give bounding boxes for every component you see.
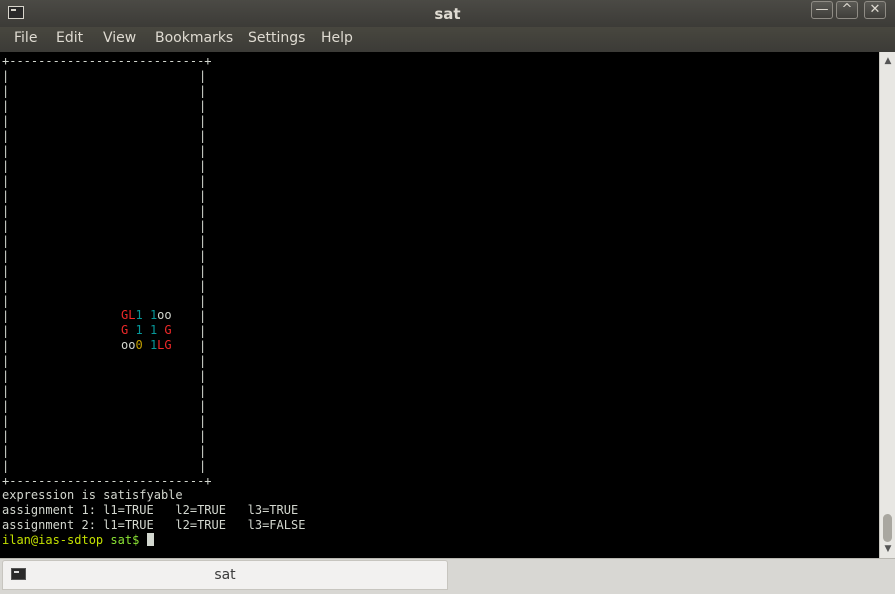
box-side-border: | (2, 429, 10, 443)
prompt-user: ilan@ias-sdtop (2, 533, 104, 547)
output-line: expression is satisfyable (2, 488, 183, 502)
box-side-border: | (2, 114, 10, 128)
menu-bookmarks[interactable]: Bookmarks (155, 30, 233, 46)
box-side-border: | (2, 159, 10, 173)
box-top-border: +---------------------------+ (2, 54, 212, 68)
menu-view[interactable]: View (103, 30, 136, 46)
box-side-border: | (199, 429, 207, 443)
text-cursor (146, 533, 154, 546)
box-side-border: | (2, 189, 10, 203)
box-side-border: | (199, 114, 207, 128)
scroll-up-icon[interactable]: ▲ (883, 56, 893, 66)
terminal-window: sat — ^ ✕ File Edit View Bookmarks Setti… (0, 0, 895, 594)
terminal-scrollbar[interactable]: ▲ ▼ (879, 52, 895, 558)
window-title: sat (434, 5, 461, 23)
session-tab-label: sat (214, 567, 236, 583)
box-side-border: | (2, 264, 10, 278)
box-side-border: | (199, 264, 207, 278)
terminal-output[interactable]: +---------------------------+ | | | | | | | | | |… (0, 52, 879, 558)
box-side-border: | (199, 309, 207, 323)
box-side-border: | (199, 339, 207, 353)
grid-row: GL1 1oo (121, 308, 172, 323)
box-side-border: | (2, 174, 10, 188)
box-side-border: | (199, 279, 207, 293)
output-line: assignment 2: l1=TRUE l2=TRUE l3=FALSE (2, 518, 306, 532)
box-side-border: | (2, 369, 10, 383)
prompt-dir: sat$ (110, 533, 140, 547)
box-side-border: | (199, 384, 207, 398)
box-side-border: | (2, 354, 10, 368)
box-side-border: | (2, 339, 10, 353)
menu-settings[interactable]: Settings (248, 30, 305, 46)
menu-help[interactable]: Help (321, 30, 353, 46)
box-side-border: | (2, 399, 10, 413)
box-side-border: | (199, 369, 207, 383)
box-side-border: | (199, 249, 207, 263)
grid-cell (143, 338, 150, 352)
box-side-border: | (199, 294, 207, 308)
minimize-button[interactable]: — (811, 1, 833, 19)
box-side-border: | (2, 69, 10, 83)
box-side-border: | (2, 324, 10, 338)
prompt-line: ilan@ias-sdtop sat$ (2, 533, 154, 548)
output-line: assignment 1: l1=TRUE l2=TRUE l3=TRUE (2, 503, 299, 517)
menu-bar: File Edit View Bookmarks Settings Help (0, 27, 895, 52)
scroll-thumb[interactable] (883, 514, 892, 542)
box-side-border: | (2, 234, 10, 248)
grid-cell: o (164, 308, 172, 322)
box-side-border: | (2, 384, 10, 398)
box-side-border: | (199, 204, 207, 218)
menu-file[interactable]: File (14, 30, 37, 46)
grid-cell: 1 (135, 323, 143, 337)
box-side-border: | (2, 444, 10, 458)
grid-cell: G (164, 338, 172, 352)
close-button[interactable]: ✕ (864, 1, 886, 19)
box-side-border: | (2, 459, 10, 473)
tab-bar: sat (0, 558, 895, 594)
box-side-border: | (199, 189, 207, 203)
box-side-border: | (199, 69, 207, 83)
box-side-border: | (2, 99, 10, 113)
scroll-down-icon[interactable]: ▼ (883, 544, 893, 554)
box-bottom-border: +---------------------------+ (2, 474, 212, 488)
box-side-border: | (2, 294, 10, 308)
box-side-border: | (199, 144, 207, 158)
box-side-border: | (199, 174, 207, 188)
box-side-border: | (2, 204, 10, 218)
box-side-border: | (2, 249, 10, 263)
box-side-border: | (2, 129, 10, 143)
menu-edit[interactable]: Edit (56, 30, 83, 46)
box-side-border: | (199, 99, 207, 113)
box-side-border: | (199, 459, 207, 473)
box-side-border: | (2, 84, 10, 98)
box-side-border: | (199, 414, 207, 428)
box-side-border: | (2, 414, 10, 428)
box-side-border: | (199, 129, 207, 143)
box-side-border: | (199, 444, 207, 458)
grid-cell: 0 (135, 338, 143, 352)
grid-cell: 1 (135, 308, 143, 322)
box-side-border: | (199, 159, 207, 173)
box-side-border: | (2, 279, 10, 293)
session-tab[interactable]: sat (2, 560, 448, 590)
box-side-border: | (2, 219, 10, 233)
box-side-border: | (199, 84, 207, 98)
grid-row: G 1 1 G (121, 323, 172, 338)
grid-cell (143, 308, 150, 322)
box-side-border: | (199, 354, 207, 368)
grid-cell: G (164, 323, 172, 337)
title-bar[interactable]: sat — ^ ✕ (0, 0, 895, 27)
maximize-button[interactable]: ^ (836, 1, 858, 19)
box-side-border: | (199, 399, 207, 413)
box-side-border: | (199, 324, 207, 338)
box-side-border: | (199, 234, 207, 248)
box-side-border: | (2, 144, 10, 158)
grid-cell (143, 323, 150, 337)
grid-row: oo0 1LG (121, 338, 172, 353)
box-side-border: | (2, 309, 10, 323)
box-side-border: | (199, 219, 207, 233)
